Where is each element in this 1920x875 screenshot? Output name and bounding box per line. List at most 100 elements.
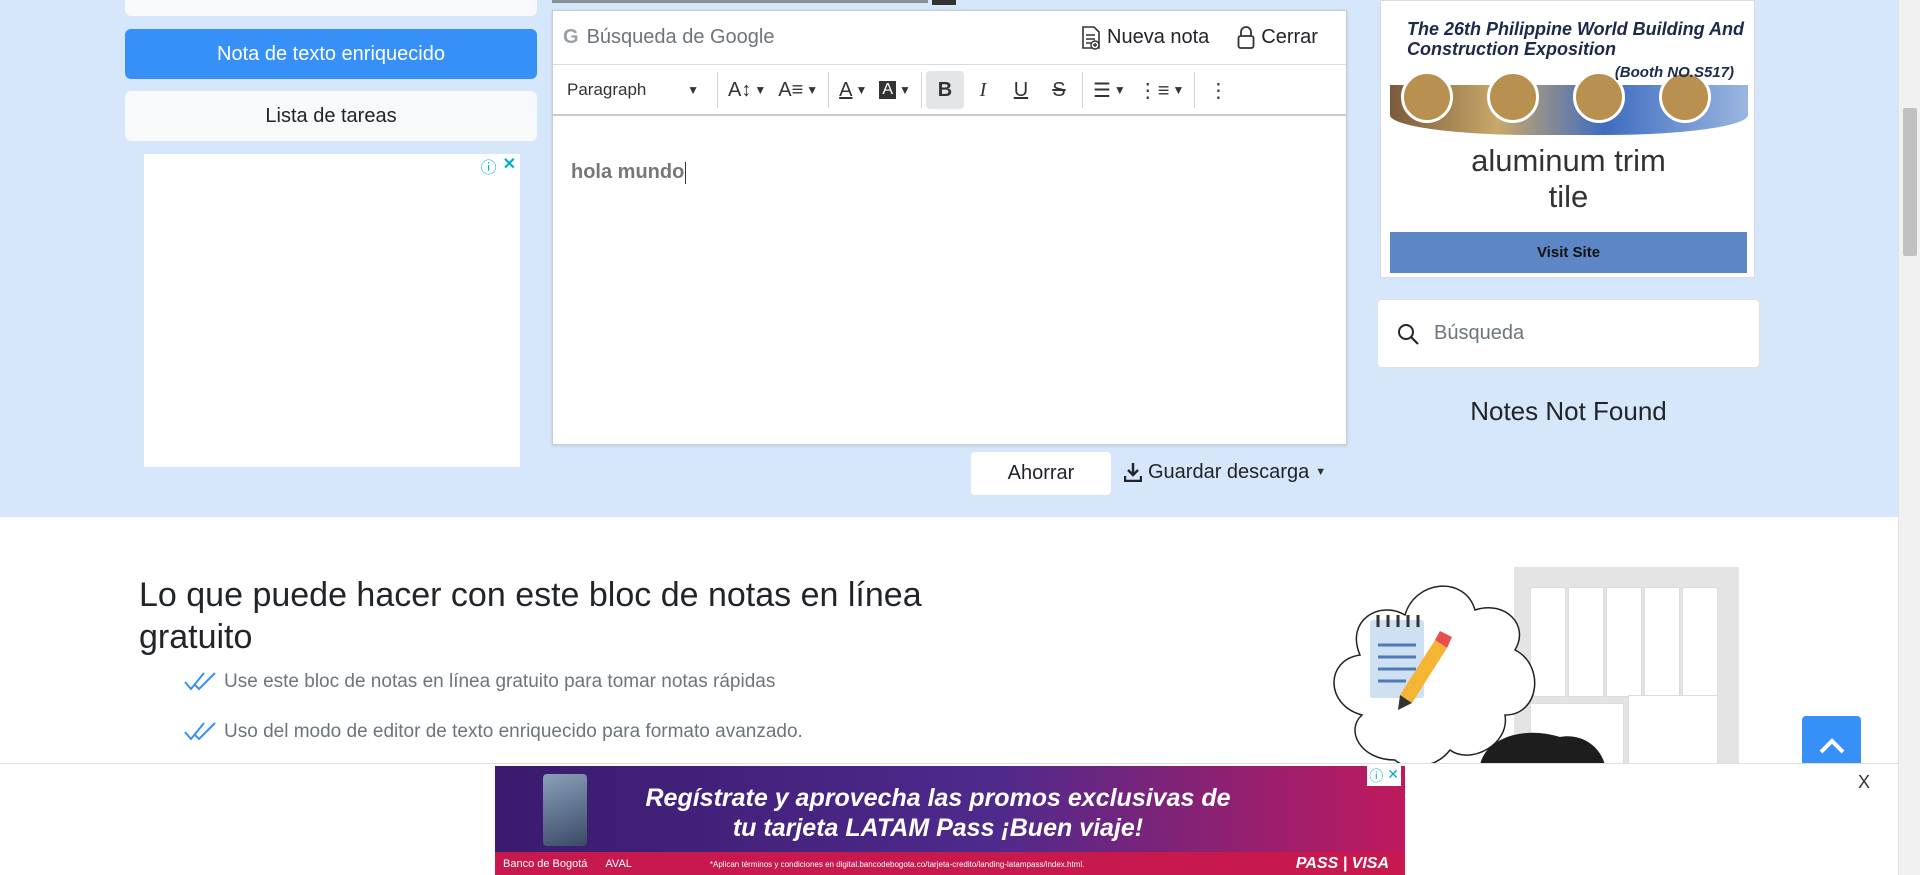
search-icon: [1398, 323, 1419, 345]
editor-toolbar: Paragraph ▼ A↕ ▼ A≡ ▼ A ▼ A ▼ B I U S ☰ ▼ ⋮≡ ▼…: [553, 66, 1346, 116]
font-color-icon: A: [839, 78, 853, 101]
bold-icon: B: [937, 78, 953, 101]
chevron-down-icon: ▼: [1172, 83, 1185, 97]
visit-site-button[interactable]: Visit Site: [1390, 232, 1747, 273]
bottom-ad-banner[interactable]: Regístrate y aprovecha las promos exclus…: [495, 766, 1405, 875]
new-note-label: Nueva nota: [1107, 26, 1210, 48]
card-brands: PASS | VISA: [1295, 855, 1389, 872]
feature-item: Use este bloc de notas en línea gratuito…: [184, 671, 775, 693]
save-download-label: Guardar descarga: [1148, 460, 1310, 483]
list-dropdown[interactable]: ⋮≡ ▼: [1132, 71, 1191, 109]
banner-footer: Banco de Bogotá AVAL *Aplican términos y…: [495, 852, 1405, 875]
save-button[interactable]: Ahorrar: [971, 452, 1111, 495]
background-color-dropdown[interactable]: A ▼: [873, 71, 917, 109]
right-ad[interactable]: The 26th Philippine World Building And C…: [1380, 0, 1755, 278]
group-name: AVAL: [605, 858, 632, 870]
font-size-icon: A↕: [728, 78, 752, 101]
toolbar-divider: [828, 72, 830, 108]
editor-content-area[interactable]: hola mundo: [571, 161, 687, 184]
chevron-up-icon: [1819, 737, 1844, 753]
left-ad-slot: ⓘ ✕: [144, 154, 520, 467]
visa-logo: VISA: [1351, 855, 1389, 872]
paragraph-style-value: Paragraph: [567, 80, 647, 99]
page-scrollbar[interactable]: [1898, 0, 1920, 875]
feature-text: Uso del modo de editor de texto enriquec…: [224, 721, 803, 742]
text-caret: [685, 161, 687, 184]
font-size-dropdown[interactable]: A↕ ▼: [722, 71, 772, 109]
bank-name: Banco de Bogotá: [503, 858, 588, 870]
chevron-down-icon: ▼: [754, 83, 767, 97]
google-search-placeholder: Búsqueda de Google: [586, 26, 775, 48]
bottom-ad-bar: Regístrate y aprovecha las promos exclus…: [0, 763, 1898, 875]
editor-card: G Búsqueda de Google Nueva nota Cerrar P…: [552, 10, 1347, 445]
new-note-button[interactable]: Nueva nota: [1081, 25, 1210, 50]
ad-close-icon[interactable]: ✕: [1387, 766, 1399, 786]
paragraph-style-select[interactable]: Paragraph ▼: [553, 80, 713, 100]
more-options-button[interactable]: ⋮: [1199, 71, 1237, 109]
google-icon: G: [563, 26, 579, 48]
ad-info-icon[interactable]: ⓘ: [1369, 766, 1383, 786]
chevron-down-icon: ▼: [1113, 83, 1126, 97]
chevron-down-icon: ▼: [899, 83, 911, 97]
ad-headline-line2: tile: [1548, 179, 1589, 214]
double-check-icon: [184, 672, 216, 691]
font-family-dropdown[interactable]: A≡ ▼: [772, 71, 824, 109]
left-top-stub: [125, 0, 537, 16]
save-download-dropdown[interactable]: Guardar descarga ▼: [1124, 452, 1326, 492]
editor-top-icon: [932, 0, 956, 5]
editor-header: G Búsqueda de Google Nueva nota Cerrar: [553, 11, 1346, 65]
toolbar-divider: [920, 72, 922, 108]
strikethrough-button[interactable]: S: [1040, 71, 1078, 109]
ad-info-icon[interactable]: ⓘ: [481, 154, 497, 178]
download-icon: [1124, 463, 1142, 482]
chevron-down-icon: ▼: [687, 83, 699, 97]
scrollbar-thumb[interactable]: [1903, 108, 1917, 256]
chevron-down-icon: ▼: [855, 83, 868, 97]
more-vertical-icon: ⋮: [1208, 79, 1229, 102]
notes-search-input[interactable]: Búsqueda: [1377, 299, 1760, 368]
ad-close-icon[interactable]: ✕: [503, 154, 516, 178]
editor-content-text: hola mundo: [571, 161, 685, 183]
ad-booth: (Booth NO.S517): [1614, 64, 1734, 81]
ad-headline-line1: aluminum trim: [1471, 143, 1666, 178]
toolbar-divider: [717, 72, 718, 108]
underline-button[interactable]: U: [1002, 71, 1040, 109]
lock-icon: [1237, 25, 1255, 49]
ad-choices[interactable]: ⓘ ✕: [1367, 766, 1401, 786]
bottom-ad-close-button[interactable]: X: [1858, 772, 1870, 793]
ad-circle: [1487, 71, 1539, 123]
ad-choices[interactable]: ⓘ ✕: [481, 154, 516, 178]
notes-search-placeholder: Búsqueda: [1434, 322, 1525, 344]
background-color-icon: A: [879, 81, 897, 99]
bold-button[interactable]: B: [925, 71, 964, 109]
italic-icon: I: [979, 78, 987, 101]
fine-print: *Aplican términos y condiciones en digit…: [709, 859, 1085, 869]
notepad-illustration: [1333, 585, 1605, 765]
font-family-icon: A≡: [778, 78, 804, 101]
section-title: Lo que puede hacer con este bloc de nota…: [139, 576, 922, 656]
credit-card-image: [543, 774, 587, 846]
close-note-button[interactable]: Cerrar: [1237, 25, 1318, 50]
rich-text-note-button[interactable]: Nota de texto enriquecido: [125, 29, 537, 79]
feature-text: Use este bloc de notas en línea gratuito…: [224, 671, 776, 692]
notes-status: Notes Not Found: [1470, 396, 1667, 426]
alignment-dropdown[interactable]: ☰ ▼: [1087, 71, 1132, 109]
strikethrough-icon: S: [1052, 78, 1066, 101]
google-search-field[interactable]: G Búsqueda de Google: [553, 26, 1053, 49]
partner-logo: PASS: [1295, 855, 1339, 872]
align-left-icon: ☰: [1092, 79, 1111, 102]
double-check-icon: [184, 722, 216, 741]
ad-headline: aluminum trim tile: [1381, 143, 1756, 215]
task-list-button[interactable]: Lista de tareas: [125, 91, 537, 141]
ad-circle: [1401, 71, 1453, 123]
underline-icon: U: [1013, 78, 1029, 101]
numbered-list-icon: ⋮≡: [1137, 79, 1170, 102]
chevron-down-icon: ▼: [1315, 466, 1327, 478]
chevron-down-icon: ▼: [806, 83, 819, 97]
italic-button[interactable]: I: [964, 71, 1002, 109]
font-color-dropdown[interactable]: A ▼: [833, 71, 873, 109]
new-note-icon: [1082, 25, 1100, 50]
editor-top-rule: [552, 0, 928, 3]
ad-title: The 26th Philippine World Building And C…: [1407, 19, 1744, 59]
feature-item: Uso del modo de editor de texto enriquec…: [184, 721, 803, 743]
